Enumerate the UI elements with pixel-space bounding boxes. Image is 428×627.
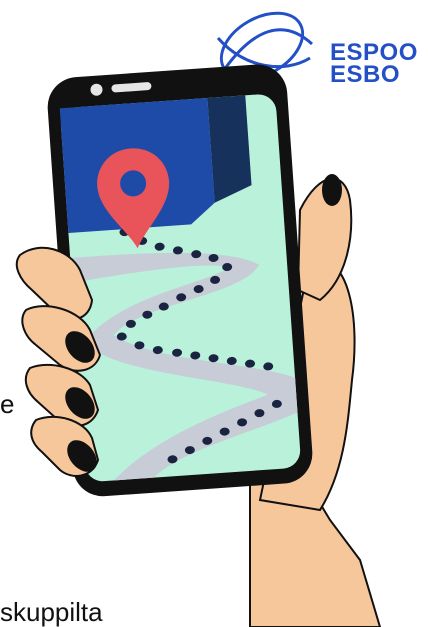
page: ESPOO ESBO e skuppilta — [0, 0, 428, 627]
thumb-nail — [322, 174, 342, 206]
partial-text-bottom: skuppilta — [0, 597, 103, 627]
hand-phone-illustration — [15, 64, 382, 627]
partial-text-e: e — [0, 389, 15, 419]
